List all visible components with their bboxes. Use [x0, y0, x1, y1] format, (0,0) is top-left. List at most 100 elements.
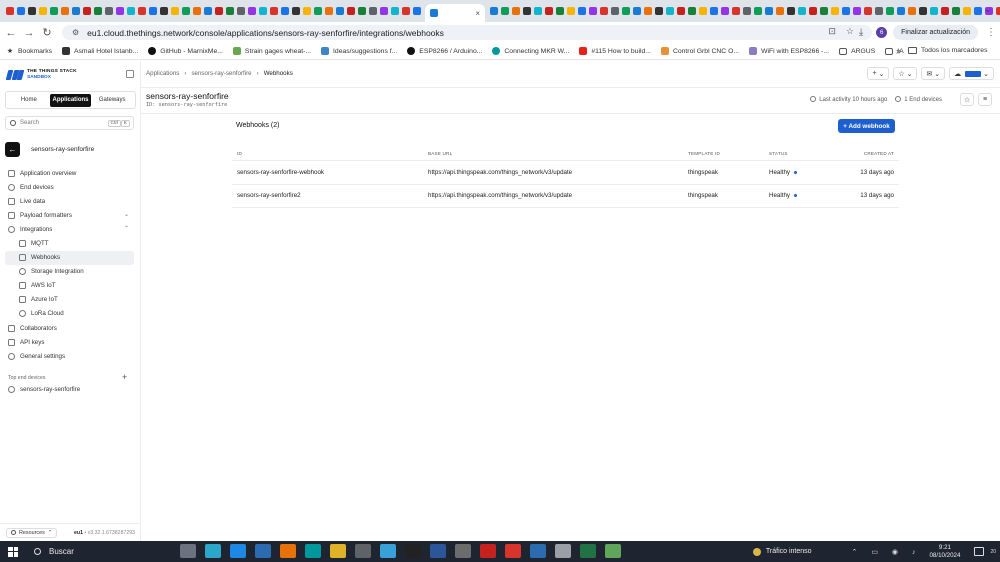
column-template-id[interactable]: TEMPLATE ID — [688, 151, 769, 156]
sidebar-item-integrations[interactable]: Integrations ⌃ — [5, 222, 134, 236]
column-id[interactable]: ID — [232, 151, 428, 156]
bookmarks-menu-button[interactable]: ☆ ⌄ — [893, 67, 918, 80]
taskbar-app-icon[interactable] — [580, 544, 596, 558]
search-input[interactable]: Search Ctrl K — [5, 116, 134, 130]
taskbar-app-icon[interactable] — [380, 544, 396, 558]
left-tab-favicon-icon[interactable] — [82, 7, 91, 15]
right-tab-favicon-icon[interactable] — [896, 7, 905, 15]
right-tab-favicon-icon[interactable] — [775, 7, 784, 15]
right-tab-favicon-icon[interactable] — [533, 7, 542, 15]
right-tab-favicon-icon[interactable] — [511, 7, 520, 15]
taskbar-app-icon[interactable] — [205, 544, 221, 558]
bookmark-item[interactable]: WiFi with ESP8266 -... — [749, 47, 829, 55]
right-tab-favicon-icon[interactable] — [786, 7, 795, 15]
right-tab-favicon-icon[interactable] — [599, 7, 608, 15]
left-tab-favicon-icon[interactable] — [302, 7, 311, 15]
clock[interactable]: 9:21 08/10/2024 — [929, 544, 960, 560]
left-tab-favicon-icon[interactable] — [126, 7, 135, 15]
bookmark-item[interactable]: Strain gages wheat-... — [232, 47, 311, 55]
breadcrumb-application[interactable]: sensors-ray-senforfire — [191, 70, 251, 77]
table-row[interactable]: sensors-ray-senforfire-webhook https://ap… — [232, 161, 899, 185]
expand-chevron-icon[interactable]: ⌄ — [124, 211, 129, 218]
add-top-device-icon[interactable]: + — [122, 372, 127, 382]
notifications-icon[interactable] — [974, 547, 985, 556]
taskbar-search[interactable]: Buscar — [34, 544, 174, 559]
end-devices-count[interactable]: 1 End devices — [895, 96, 942, 103]
left-tab-favicon-icon[interactable] — [291, 7, 300, 15]
active-tab[interactable]: × — [425, 4, 485, 22]
right-tab-favicon-icon[interactable] — [522, 7, 531, 15]
left-tab-favicon-icon[interactable] — [60, 7, 69, 15]
right-tab-favicon-icon[interactable] — [863, 7, 872, 15]
bookmark-item[interactable]: #115 How to build... — [579, 47, 651, 55]
right-tab-favicon-icon[interactable] — [973, 7, 982, 15]
right-tab-favicon-icon[interactable] — [654, 7, 663, 15]
sidebar-item-end-devices[interactable]: End devices — [5, 180, 134, 194]
right-tab-favicon-icon[interactable] — [566, 7, 575, 15]
sidebar-item-api-keys[interactable]: API keys — [5, 335, 134, 349]
taskbar-app-icon[interactable] — [230, 544, 246, 558]
bookmark-item[interactable]: ESP8266 / Arduino... — [407, 47, 482, 55]
sidebar-item-storage-integration[interactable]: Storage Integration — [5, 265, 134, 279]
address-bar[interactable]: ⚙ eu1.cloud.thethings.network/console/ap… — [62, 25, 872, 40]
weather-icon[interactable] — [752, 547, 761, 556]
right-tab-favicon-icon[interactable] — [885, 7, 894, 15]
right-tab-favicon-icon[interactable] — [797, 7, 806, 15]
right-tab-favicon-icon[interactable] — [962, 7, 971, 15]
sidebar-item-collaborators[interactable]: Collaborators — [5, 321, 134, 335]
right-tab-favicon-icon[interactable] — [929, 7, 938, 15]
taskbar-app-icon[interactable] — [180, 544, 196, 558]
left-tab-favicon-icon[interactable] — [93, 7, 102, 15]
sidebar-item-payload-formatters[interactable]: Payload formatters ⌄ — [5, 208, 134, 222]
left-tab-favicon-icon[interactable] — [258, 7, 267, 15]
right-tab-favicon-icon[interactable] — [874, 7, 883, 15]
right-tab-favicon-icon[interactable] — [808, 7, 817, 15]
taskbar-app-icon[interactable] — [605, 544, 621, 558]
tab-home[interactable]: Home — [8, 94, 50, 107]
bookmark-item[interactable]: GitHub - MarnixMe... — [148, 47, 223, 55]
left-tab-favicon-icon[interactable] — [181, 7, 190, 15]
application-menu-button[interactable]: ≡ — [978, 93, 992, 106]
left-tab-favicon-icon[interactable] — [357, 7, 366, 15]
tray-icons[interactable]: ⌃ ▭ ◉ ♪ — [852, 548, 922, 556]
traffic-status[interactable]: Tráfico intenso — [766, 548, 812, 555]
taskbar-app-icon[interactable] — [405, 544, 421, 558]
taskbar-app-icon[interactable] — [430, 544, 446, 558]
right-tab-favicon-icon[interactable] — [676, 7, 685, 15]
left-tab-favicon-icon[interactable] — [214, 7, 223, 15]
profile-avatar[interactable]: 6 — [876, 27, 888, 38]
column-created-at[interactable]: CREATED AT — [849, 151, 899, 156]
left-tab-favicon-icon[interactable] — [16, 7, 25, 15]
right-tab-favicon-icon[interactable] — [621, 7, 630, 15]
left-tab-favicon-icon[interactable] — [412, 7, 421, 15]
download-icon[interactable]: ⤓ — [852, 27, 870, 38]
top-end-device-item[interactable]: sensors-ray-senforfire — [8, 386, 80, 393]
right-tab-favicon-icon[interactable] — [841, 7, 850, 15]
left-tab-favicon-icon[interactable] — [401, 7, 410, 15]
right-tab-favicon-icon[interactable] — [742, 7, 751, 15]
add-menu-button[interactable]: + ⌄ — [867, 67, 890, 80]
sidebar-item-azure-iot[interactable]: Azure IoT — [5, 293, 134, 307]
right-tab-favicon-icon[interactable] — [918, 7, 927, 15]
back-arrow-icon[interactable]: ← — [5, 142, 20, 157]
right-tab-favicon-icon[interactable] — [698, 7, 707, 15]
back-icon[interactable]: ← — [2, 27, 20, 39]
sidebar-item-live-data[interactable]: Live data — [5, 194, 134, 208]
left-tab-favicon-icon[interactable] — [335, 7, 344, 15]
sidebar-item-mqtt[interactable]: MQTT — [5, 236, 134, 250]
left-tab-favicon-icon[interactable] — [115, 7, 124, 15]
left-tab-favicon-icon[interactable] — [390, 7, 399, 15]
left-tab-favicon-icon[interactable] — [148, 7, 157, 15]
right-tab-favicon-icon[interactable] — [764, 7, 773, 15]
column-status[interactable]: STATUS — [769, 151, 849, 156]
taskbar-app-icon[interactable] — [555, 544, 571, 558]
tts-logo[interactable]: THE THINGS STACK SANDBOX — [5, 69, 77, 81]
left-tab-favicon-icon[interactable] — [104, 7, 113, 15]
more-bookmarks-icon[interactable]: » — [896, 46, 901, 56]
taskbar-app-icon[interactable] — [255, 544, 271, 558]
left-tab-favicon-icon[interactable] — [225, 7, 234, 15]
right-tab-favicon-icon[interactable] — [819, 7, 828, 15]
right-tab-favicon-icon[interactable] — [852, 7, 861, 15]
right-tab-favicon-icon[interactable] — [544, 7, 553, 15]
right-tab-favicon-icon[interactable] — [632, 7, 641, 15]
